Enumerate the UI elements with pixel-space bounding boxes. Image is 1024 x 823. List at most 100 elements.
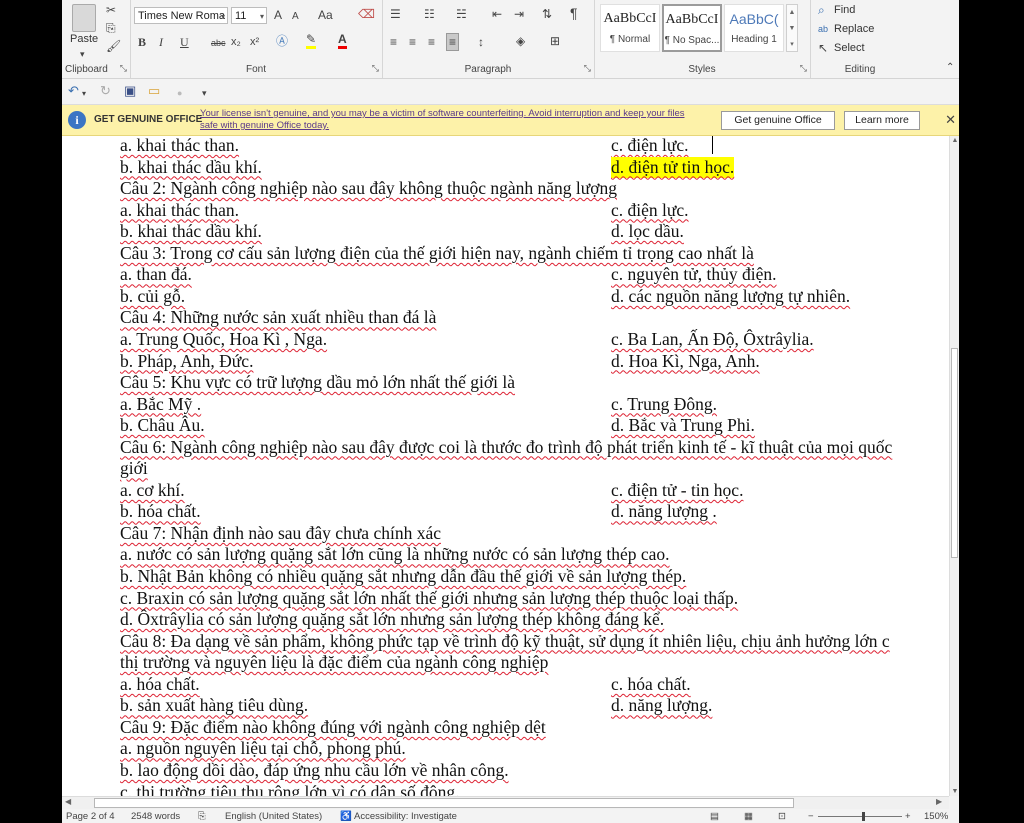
web-layout-icon[interactable]: ⊡ — [778, 811, 786, 822]
clipboard-launcher-icon[interactable]: ⤡ — [120, 63, 127, 74]
page-count[interactable]: Page 2 of 4 — [66, 811, 115, 822]
font-name-box[interactable]: Times New Roma ▾ — [134, 7, 228, 24]
decrease-indent-icon[interactable]: ⇤ — [492, 6, 502, 22]
font-size-dropdown-icon[interactable]: ▾ — [260, 8, 264, 25]
font-size-box[interactable]: 11 ▾ — [231, 7, 267, 24]
select-button[interactable]: Select — [834, 41, 865, 55]
status-bar: Page 2 of 4 2548 words ⎘ English (United… — [62, 809, 959, 823]
highlight-icon[interactable]: ✎ — [306, 33, 317, 49]
line-text: a. Bắc Mỹ . — [120, 393, 202, 414]
message-title: GET GENUINE OFFICE — [94, 114, 203, 125]
language-status[interactable]: English (United States) — [225, 811, 322, 822]
replace-button[interactable]: Replace — [834, 22, 874, 36]
find-icon[interactable]: ⌕ — [818, 2, 825, 18]
italic-button[interactable]: I — [159, 34, 163, 50]
accessibility-icon[interactable]: ♿ — [340, 811, 352, 822]
show-marks-icon[interactable]: ¶ — [570, 5, 578, 21]
zoom-in-icon[interactable]: + — [905, 811, 911, 822]
bullets-icon[interactable]: ☰ — [390, 6, 401, 22]
paste-icon[interactable] — [72, 4, 96, 32]
cut-icon[interactable]: ✂ — [106, 2, 116, 18]
line-spacing-icon[interactable]: ↕ — [478, 34, 484, 50]
shading-icon[interactable]: ◈ — [516, 33, 525, 49]
undo-dropdown-icon[interactable]: ▾ — [82, 86, 86, 102]
bold-button[interactable]: B — [138, 34, 146, 50]
collapse-ribbon-icon[interactable]: ⌃ — [946, 60, 954, 76]
touch-mode-icon[interactable]: ● — [177, 85, 182, 101]
style-heading-1[interactable]: AaBbC( Heading 1 — [724, 4, 784, 52]
paste-dropdown-icon[interactable]: ▾ — [80, 46, 85, 62]
close-icon[interactable]: ✕ — [945, 112, 956, 128]
zoom-slider[interactable] — [818, 816, 902, 817]
document-line: a. than đá. c. nguyên tử, thủy điện. — [120, 264, 777, 285]
open-icon[interactable]: ▭ — [148, 83, 160, 99]
scroll-left-icon[interactable]: ◀ — [65, 797, 71, 806]
learn-more-button[interactable]: Learn more — [844, 111, 920, 130]
font-launcher-icon[interactable]: ⤡ — [372, 63, 379, 74]
message-text[interactable]: Your license isn't genuine, and you may … — [200, 108, 700, 132]
borders-icon[interactable]: ⊞ — [550, 33, 560, 49]
multilevel-list-icon[interactable]: ☵ — [456, 6, 467, 22]
align-center-icon[interactable]: ≡ — [409, 34, 416, 50]
focus-mode-icon[interactable]: ▤ — [710, 811, 719, 822]
grow-font-icon[interactable]: A — [274, 7, 282, 23]
scroll-right-icon[interactable]: ▶ — [936, 797, 942, 806]
style-no-spacing[interactable]: AaBbCcI ¶ No Spac... — [662, 4, 722, 52]
numbering-icon[interactable]: ☷ — [424, 6, 435, 22]
find-button[interactable]: Find — [834, 3, 855, 17]
answer-option: c. điện lực. — [611, 199, 689, 220]
zoom-out-icon[interactable]: − — [808, 811, 814, 822]
justify-icon[interactable]: ≡ — [446, 33, 460, 51]
message-bar: i GET GENUINE OFFICE Your license isn't … — [62, 105, 959, 136]
document-line: a. Bắc Mỹ . c. Trung Đông. — [120, 393, 717, 415]
scroll-up-icon[interactable]: ▲ — [950, 137, 959, 144]
get-genuine-office-button[interactable]: Get genuine Office — [721, 111, 835, 130]
document-line: b. củi gỗ. d. các nguồn năng lượng tự nhi… — [120, 286, 850, 307]
underline-button[interactable]: U — [180, 34, 189, 50]
select-icon[interactable]: ↖ — [818, 40, 828, 56]
format-painter-icon[interactable]: 🖌 — [106, 38, 121, 54]
zoom-slider-thumb[interactable] — [862, 812, 865, 821]
align-left-icon[interactable]: ≡ — [390, 34, 397, 50]
shrink-font-icon[interactable]: A — [292, 9, 299, 25]
strikethrough-button[interactable]: abc — [211, 35, 226, 51]
save-icon[interactable]: ▣ — [124, 83, 136, 99]
font-color-icon[interactable]: A — [338, 33, 347, 49]
paste-button[interactable]: Paste — [70, 32, 98, 46]
customize-qat-icon[interactable]: ▾ — [202, 85, 207, 101]
style-normal[interactable]: AaBbCcI ¶ Normal — [600, 4, 660, 52]
redo-icon[interactable]: ↻ — [100, 83, 111, 99]
text-effects-icon[interactable]: Ⓐ — [276, 33, 288, 49]
change-case-icon[interactable]: Aa — [318, 7, 333, 23]
styles-launcher-icon[interactable]: ⤡ — [800, 63, 807, 74]
document-area[interactable]: a. khai thác than. c. điện lực. b. khai th… — [62, 136, 949, 796]
scroll-down-icon[interactable]: ▼ — [950, 788, 959, 795]
superscript-button[interactable]: x² — [250, 34, 259, 50]
clear-formatting-icon[interactable]: ⌫ — [358, 6, 375, 22]
undo-icon[interactable]: ↶ — [68, 83, 79, 99]
horizontal-scrollbar[interactable]: ◀ ▶ — [62, 796, 949, 809]
zoom-level[interactable]: 150% — [924, 811, 948, 822]
accessibility-status[interactable]: Accessibility: Investigate — [354, 811, 457, 822]
font-label: Font — [245, 64, 266, 75]
increase-indent-icon[interactable]: ⇥ — [514, 6, 524, 22]
replace-icon[interactable]: ab — [818, 21, 828, 37]
horizontal-scroll-thumb[interactable] — [94, 798, 794, 808]
align-right-icon[interactable]: ≡ — [428, 34, 435, 50]
proofing-icon[interactable]: ⎘ — [198, 811, 206, 822]
word-count[interactable]: 2548 words — [131, 811, 180, 822]
subscript-button[interactable]: x₂ — [231, 34, 241, 50]
document-line: Câu 2: Ngành công nghiệp nào sau đây khô… — [120, 178, 617, 199]
style-preview: AaBbCcI — [665, 12, 719, 27]
font-name-dropdown-icon[interactable]: ▾ — [221, 8, 225, 25]
print-layout-icon[interactable]: ▦ — [744, 811, 753, 822]
sort-icon[interactable]: ⇅ — [542, 6, 552, 22]
answer-option: d. năng lượng . — [611, 501, 717, 522]
vertical-scrollbar[interactable]: ▲ ▼ — [949, 136, 959, 796]
line-text: b. Châu Âu. — [120, 415, 205, 436]
vertical-scroll-thumb[interactable] — [951, 348, 958, 558]
copy-icon[interactable]: ⎘ — [106, 20, 116, 36]
paragraph-launcher-icon[interactable]: ⤡ — [584, 63, 591, 74]
answer-option: d. lọc dầu. — [611, 221, 684, 242]
styles-scroll[interactable]: ▲ ▼ ▾ — [786, 4, 798, 52]
